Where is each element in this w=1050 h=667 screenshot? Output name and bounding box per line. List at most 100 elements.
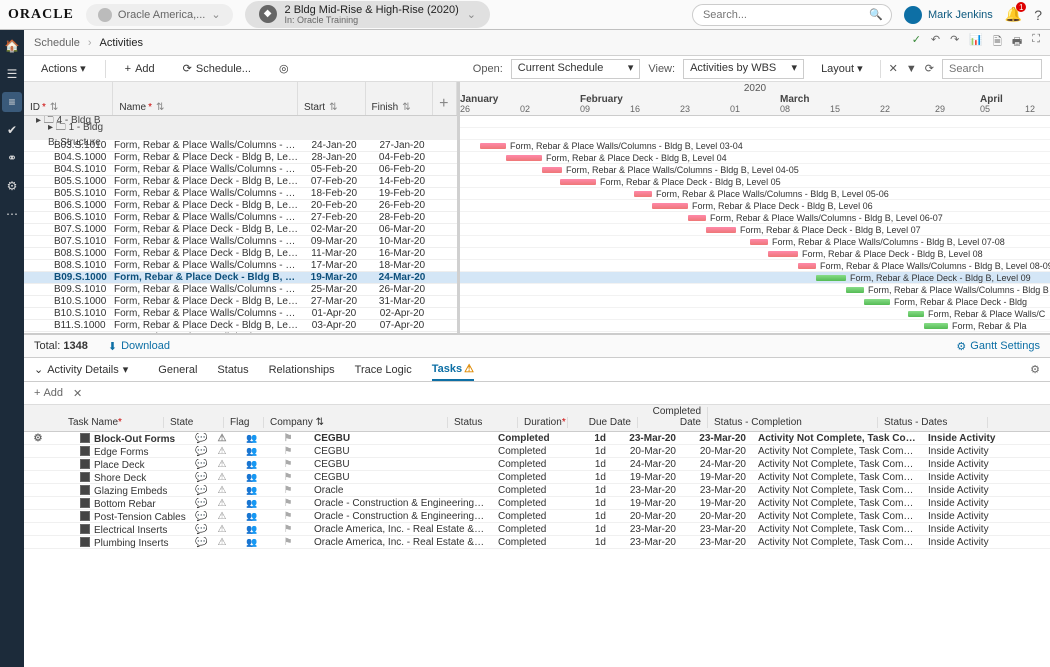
gantt-bar[interactable]: Form, Rebar & Place Deck - Bldg B, Level… [768,251,798,257]
gantt-bar[interactable]: Form, Rebar & Place Deck - Bldg B, Level… [560,179,596,185]
col-id[interactable]: ID*⇅ [24,82,113,115]
bubble-icon[interactable]: 💬 [192,524,208,535]
checkbox-icon[interactable] [80,485,90,495]
gantt-lane[interactable]: Form, Rebar & Place Deck - Bldg B, Level… [460,200,1050,212]
checkbox-icon[interactable] [80,498,90,508]
gantt-bar[interactable]: Form, Rebar & Place Walls/Columns - Bldg… [798,263,816,269]
gantt-bar[interactable]: Form, Rebar & Pla [924,323,948,329]
gantt-lane[interactable]: Form, Rebar & Place Walls/C [460,308,1050,320]
task-row[interactable]: Post-Tension Cables💬⚠👥⚑Oracle - Construc… [24,510,1050,523]
global-search[interactable]: 🔍 [692,4,892,26]
bubble-icon[interactable]: 💬 [192,511,208,522]
row-gear-icon[interactable]: ⚙ [24,433,52,444]
details-delete-icon[interactable]: ✕ [73,387,82,400]
details-add-button[interactable]: + Add [34,387,63,399]
task-row[interactable]: Shore Deck💬⚠👥⚑CEGBUCompleted1d19-Mar-201… [24,471,1050,484]
bubble-icon[interactable]: 💬 [192,433,208,444]
h-status-completion[interactable]: Status - Completion [708,417,878,428]
gantt-lane[interactable]: Form, Rebar & Place Deck - Bldg B, Level… [460,272,1050,284]
checkbox-icon[interactable] [80,433,90,443]
task-row[interactable]: Place Deck💬⚠👥⚑CEGBUCompleted1d24-Mar-202… [24,458,1050,471]
h-state[interactable]: State [164,417,224,428]
gantt-bar[interactable]: Form, Rebar & Place Walls/Columns - Bldg… [688,215,706,221]
col-finish[interactable]: Finish⇅ [366,82,434,115]
flag-icon[interactable]: ⚑ [268,537,308,548]
tab-tasks[interactable]: Tasks⚠ [432,358,474,381]
check-icon[interactable]: ✓ [912,33,921,52]
gantt-lane[interactable]: Form, Rebar & Place Walls/Columns - Bldg… [460,260,1050,272]
h-flag[interactable]: Flag [224,417,264,428]
col-name[interactable]: Name*⇅ [113,82,298,115]
h-duedate[interactable]: Due Date [568,417,638,428]
gantt-lane[interactable]: Form, Rebar & Place Walls/Columns - Bldg… [460,212,1050,224]
gantt-lane[interactable]: Form, Rebar & Place Deck - Bldg B, Level… [460,224,1050,236]
gantt-bar[interactable]: Form, Rebar & Place Deck - Bldg B, Level… [816,275,846,281]
activity-row[interactable]: B04.S.1010Form, Rebar & Place Walls/Colu… [24,164,457,176]
task-row[interactable]: Edge Forms💬⚠👥⚑CEGBUCompleted1d20-Mar-202… [24,445,1050,458]
bubble-icon[interactable]: 💬 [192,485,208,496]
gantt-bar[interactable]: Form, Rebar & Place Walls/C [908,311,924,317]
flag-icon[interactable]: ⚑ [268,433,308,444]
schedule-button[interactable]: ⟳Schedule... [174,59,260,78]
gantt-settings-button[interactable]: ⚙ Gantt Settings [956,340,1040,353]
rail-network-icon[interactable]: ⚭ [2,148,22,168]
activity-row[interactable]: B04.S.1000Form, Rebar & Place Deck - Bld… [24,152,457,164]
h-completed[interactable]: Completed Date [638,407,708,428]
filter-icon[interactable]: ▼ [906,63,917,75]
undo-icon[interactable]: ↶ [931,33,940,52]
flag-icon[interactable]: ⚑ [268,459,308,470]
export-icon[interactable]: 🗎 [993,33,1002,52]
gantt-lane[interactable]: Form, Rebar & Place Deck - Bldg B, Level… [460,248,1050,260]
gantt-bar[interactable]: Form, Rebar & Place Deck - Bldg B, Level… [652,203,688,209]
add-column-icon[interactable]: + [433,82,457,115]
gantt-lane[interactable]: Form, Rebar & Place Deck - Bldg [460,296,1050,308]
activity-row[interactable]: B06.S.1000Form, Rebar & Place Deck - Bld… [24,200,457,212]
bubble-icon[interactable]: 💬 [192,446,208,457]
activity-row[interactable]: B07.S.1000Form, Rebar & Place Deck - Bld… [24,224,457,236]
bubble-icon[interactable]: 💬 [192,537,208,548]
download-button[interactable]: ⬇ Download [108,340,170,353]
bubble-icon[interactable]: 💬 [192,498,208,509]
gantt-bar[interactable]: Form, Rebar & Place Walls/Columns - Bldg… [846,287,864,293]
flag-icon[interactable]: ⚑ [268,485,308,496]
refresh-icon[interactable]: ⟳ [925,62,934,75]
notifications-icon[interactable]: 🔔1 [1005,6,1022,23]
close-icon[interactable]: ✕ [889,62,898,75]
bubble-icon[interactable]: 💬 [192,472,208,483]
rail-more-icon[interactable]: ⋯ [2,204,22,224]
flag-icon[interactable]: ⚑ [268,511,308,522]
h-status[interactable]: Status [448,417,518,428]
rail-list-icon[interactable]: ☰ [2,64,22,84]
flag-icon[interactable]: ⚑ [268,446,308,457]
gantt-bar[interactable]: Form, Rebar & Place Deck - Bldg [864,299,890,305]
gantt-bar[interactable]: Form, Rebar & Place Walls/Columns - Bldg… [634,191,652,197]
actions-menu[interactable]: Actions ▾ [32,59,95,78]
grid-search-input[interactable] [942,59,1042,79]
project-selector[interactable]: ◆ 2 Bldg Mid-Rise & High-Rise (2020) In:… [245,1,490,29]
checkbox-icon[interactable] [80,524,90,534]
gantt-lane[interactable]: Form, Rebar & Place Walls/Columns - Bldg… [460,140,1050,152]
h-taskname[interactable]: Task Name* [24,417,164,428]
activity-row[interactable]: B05.S.1010Form, Rebar & Place Walls/Colu… [24,188,457,200]
activity-row[interactable]: B11.S.1000Form, Rebar & Place Deck - Bld… [24,320,457,332]
help-icon[interactable]: ? [1034,7,1042,23]
tab-relationships[interactable]: Relationships [269,360,335,380]
activity-row[interactable]: B03.S.1010Form, Rebar & Place Walls/Colu… [24,140,457,152]
rail-home-icon[interactable]: 🏠 [2,36,22,56]
view-select[interactable]: Activities by WBS ▾ [683,59,804,79]
gantt-lane[interactable]: Form, Rebar & Place Walls/Columns - Bldg… [460,236,1050,248]
gantt-lane[interactable]: Form, Rebar & Pla [460,320,1050,332]
fullscreen-icon[interactable]: ⛶ [1032,33,1040,52]
gantt-bar[interactable]: Form, Rebar & Place Walls/Columns - Bldg… [750,239,768,245]
task-row[interactable]: Electrical Inserts💬⚠👥⚑Oracle America, In… [24,523,1050,536]
activity-row[interactable]: B11.S.1010Form, Rebar & Place Walls/Colu… [24,332,457,333]
print-icon[interactable]: 🖶 [1012,33,1022,52]
gantt-bar[interactable]: Form, Rebar & Place Walls/Columns - Bldg… [542,167,562,173]
tab-status[interactable]: Status [217,360,248,380]
checkbox-icon[interactable] [80,446,90,456]
task-row[interactable]: ⚙Block-Out Forms💬⚠👥⚑CEGBUCompleted1d23-M… [24,432,1050,445]
gantt-bar[interactable]: Form, Rebar & Place Walls/Columns - Bldg… [480,143,506,149]
task-row[interactable]: Bottom Rebar💬⚠👥⚑Oracle - Construction & … [24,497,1050,510]
checkbox-icon[interactable] [80,511,90,521]
gantt-lane[interactable]: Form, Rebar & [460,332,1050,333]
